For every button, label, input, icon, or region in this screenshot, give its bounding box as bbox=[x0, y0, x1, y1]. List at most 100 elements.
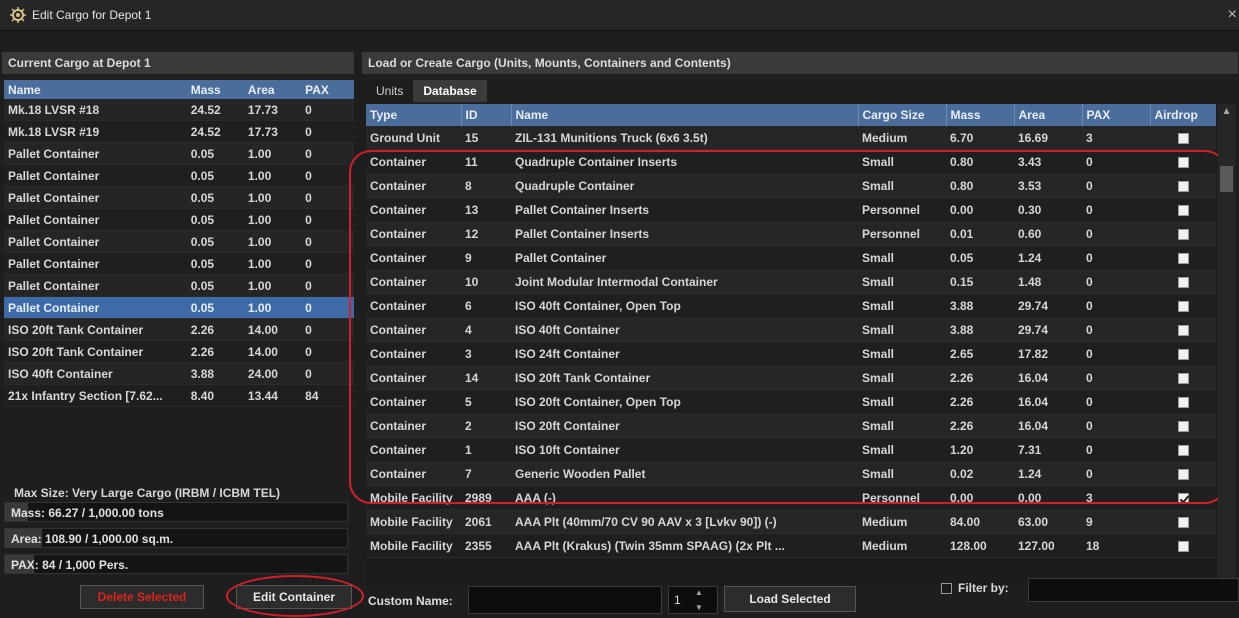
database-row[interactable]: Container 7 Generic Wooden Pallet Small 0.02… bbox=[366, 461, 1216, 486]
close-icon[interactable]: × bbox=[1228, 6, 1237, 24]
database-row[interactable]: Container 12 Pallet Container Inserts Perso… bbox=[366, 221, 1216, 246]
cargo-pax: 0 bbox=[301, 296, 354, 319]
edit-container-button[interactable]: Edit Container bbox=[236, 585, 352, 609]
airdrop-checkbox[interactable] bbox=[1177, 372, 1189, 384]
cargo-row[interactable]: ISO 20ft Tank Container 2.26 14.00 0 bbox=[4, 340, 354, 363]
row-type: Ground Unit bbox=[366, 126, 461, 150]
custom-name-input[interactable] bbox=[468, 586, 662, 614]
column-header-name[interactable]: Name bbox=[4, 80, 187, 99]
airdrop-checkbox[interactable] bbox=[1177, 444, 1189, 456]
row-airdrop bbox=[1150, 341, 1216, 366]
tab-units[interactable]: Units bbox=[366, 80, 413, 102]
cargo-row[interactable]: Pallet Container 0.05 1.00 0 bbox=[4, 296, 354, 319]
tab-database[interactable]: Database bbox=[413, 80, 487, 102]
database-row[interactable]: Ground Unit 15 ZIL-131 Munitions Truck (6x… bbox=[366, 126, 1216, 150]
airdrop-checkbox[interactable] bbox=[1177, 420, 1189, 432]
column-header-airdrop[interactable]: Airdrop bbox=[1150, 104, 1216, 126]
row-name: ISO 20ft Container, Open Top bbox=[511, 389, 858, 414]
column-header-type[interactable]: Type bbox=[366, 104, 462, 126]
cargo-row[interactable]: Pallet Container 0.05 1.00 0 bbox=[4, 186, 354, 209]
airdrop-checkbox[interactable] bbox=[1177, 180, 1189, 192]
current-cargo-header: Current Cargo at Depot 1 bbox=[2, 52, 354, 74]
database-row[interactable]: Container 2 ISO 20ft Container Small 2.26 16.… bbox=[366, 413, 1216, 438]
database-row[interactable]: Mobile Facility 2989 AAA (-) Personnel 0.00 0… bbox=[366, 485, 1216, 510]
airdrop-checkbox[interactable] bbox=[1177, 396, 1189, 408]
row-mass: 0.80 bbox=[946, 173, 1014, 198]
cargo-row[interactable]: Pallet Container 0.05 1.00 0 bbox=[4, 230, 354, 253]
airdrop-checkbox[interactable] bbox=[1177, 540, 1189, 552]
cargo-row[interactable]: Pallet Container 0.05 1.00 0 bbox=[4, 208, 354, 231]
cargo-row[interactable]: Mk.18 LVSR #18 24.52 17.73 0 bbox=[4, 99, 354, 121]
column-header-area[interactable]: Area bbox=[1014, 104, 1083, 126]
airdrop-checkbox[interactable] bbox=[1177, 348, 1189, 360]
column-header-pax[interactable]: PAX bbox=[1082, 104, 1151, 126]
column-header-pax[interactable]: PAX bbox=[301, 80, 354, 99]
column-header-area[interactable]: Area bbox=[243, 80, 302, 99]
scroll-thumb[interactable] bbox=[1220, 166, 1233, 192]
database-row[interactable]: Container 3 ISO 24ft Container Small 2.65 17.… bbox=[366, 341, 1216, 366]
row-area: 63.00 bbox=[1014, 509, 1082, 534]
database-row[interactable]: Container 8 Quadruple Container Small 0.80 3.… bbox=[366, 173, 1216, 198]
airdrop-checkbox[interactable] bbox=[1177, 516, 1189, 528]
row-airdrop bbox=[1150, 413, 1216, 438]
airdrop-checkbox[interactable] bbox=[1177, 132, 1189, 144]
column-header-id[interactable]: ID bbox=[461, 104, 512, 126]
spinner-up-icon[interactable]: ▲ bbox=[692, 588, 706, 597]
load-selected-button[interactable]: Load Selected bbox=[724, 586, 856, 612]
database-row[interactable]: Mobile Facility 2355 AAA Plt (Krakus) (Twi… bbox=[366, 533, 1216, 558]
cargo-row[interactable]: Mk.18 LVSR #19 24.52 17.73 0 bbox=[4, 120, 354, 143]
database-row[interactable]: Container 9 Pallet Container Small 0.05 1.24 0 bbox=[366, 245, 1216, 270]
database-row[interactable]: Container 4 ISO 40ft Container Small 3.88 29.… bbox=[366, 317, 1216, 342]
airdrop-checkbox[interactable] bbox=[1177, 324, 1189, 336]
airdrop-checkbox[interactable] bbox=[1177, 228, 1189, 240]
cargo-pax: 0 bbox=[301, 120, 354, 143]
column-header-cargo-size[interactable]: Cargo Size bbox=[858, 104, 947, 126]
row-pax: 0 bbox=[1082, 437, 1150, 462]
row-cargo-size: Personnel bbox=[858, 485, 946, 510]
row-cargo-size: Small bbox=[858, 293, 946, 318]
cargo-name: Pallet Container bbox=[4, 142, 187, 165]
filter-input[interactable] bbox=[1028, 578, 1239, 602]
airdrop-checkbox[interactable] bbox=[1177, 276, 1189, 288]
cargo-row[interactable]: ISO 20ft Tank Container 2.26 14.00 0 bbox=[4, 318, 354, 341]
database-row[interactable]: Container 10 Joint Modular Intermodal Cont… bbox=[366, 269, 1216, 294]
airdrop-checkbox[interactable] bbox=[1177, 468, 1189, 480]
row-area: 0.00 bbox=[1014, 485, 1082, 510]
cargo-row[interactable]: Pallet Container 0.05 1.00 0 bbox=[4, 252, 354, 275]
pax-capacity-label: PAX: 84 / 1,000 Pers. bbox=[11, 558, 129, 572]
column-header-mass[interactable]: Mass bbox=[186, 80, 244, 99]
row-cargo-size: Medium bbox=[858, 126, 946, 150]
airdrop-checkbox[interactable] bbox=[1177, 492, 1189, 504]
cargo-row[interactable]: Pallet Container 0.05 1.00 0 bbox=[4, 274, 354, 297]
row-cargo-size: Small bbox=[858, 269, 946, 294]
database-row[interactable]: Container 14 ISO 20ft Tank Container Small 2… bbox=[366, 365, 1216, 390]
row-cargo-size: Medium bbox=[858, 533, 946, 558]
row-name: AAA (-) bbox=[511, 485, 858, 510]
column-header-mass[interactable]: Mass bbox=[946, 104, 1015, 126]
quantity-spinner[interactable]: ▲ ▼ bbox=[692, 588, 706, 612]
cargo-row[interactable]: 21x Infantry Section [7.62... 8.40 13.44 84 bbox=[4, 384, 354, 407]
column-header-name[interactable]: Name bbox=[511, 104, 859, 126]
cargo-row[interactable]: Pallet Container 0.05 1.00 0 bbox=[4, 164, 354, 187]
spinner-down-icon[interactable]: ▼ bbox=[692, 603, 706, 612]
scroll-up-icon[interactable]: ▲ bbox=[1218, 104, 1235, 120]
airdrop-checkbox[interactable] bbox=[1177, 252, 1189, 264]
database-scrollbar[interactable]: ▲ bbox=[1218, 104, 1235, 586]
airdrop-checkbox[interactable] bbox=[1177, 156, 1189, 168]
cargo-row[interactable]: Pallet Container 0.05 1.00 0 bbox=[4, 142, 354, 165]
airdrop-checkbox[interactable] bbox=[1177, 204, 1189, 216]
cargo-tabs: Units Database bbox=[366, 80, 487, 102]
cargo-row[interactable]: ISO 40ft Container 3.88 24.00 0 bbox=[4, 362, 354, 385]
airdrop-checkbox[interactable] bbox=[1177, 300, 1189, 312]
delete-selected-button[interactable]: Delete Selected bbox=[80, 585, 204, 609]
database-row[interactable]: Mobile Facility 2061 AAA Plt (40mm/70 CV 9… bbox=[366, 509, 1216, 534]
database-row[interactable]: Container 5 ISO 20ft Container, Open Top Sm… bbox=[366, 389, 1216, 414]
custom-name-label: Custom Name: bbox=[368, 594, 453, 608]
database-row[interactable]: Container 1 ISO 10ft Container Small 1.20 7.3… bbox=[366, 437, 1216, 462]
database-row[interactable]: Container 13 Pallet Container Inserts Perso… bbox=[366, 197, 1216, 222]
row-type: Container bbox=[366, 437, 461, 462]
filter-checkbox[interactable] bbox=[941, 583, 952, 594]
database-row[interactable]: Container 11 Quadruple Container Inserts Sm… bbox=[366, 149, 1216, 174]
row-type: Mobile Facility bbox=[366, 509, 461, 534]
database-row[interactable]: Container 6 ISO 40ft Container, Open Top Sm… bbox=[366, 293, 1216, 318]
